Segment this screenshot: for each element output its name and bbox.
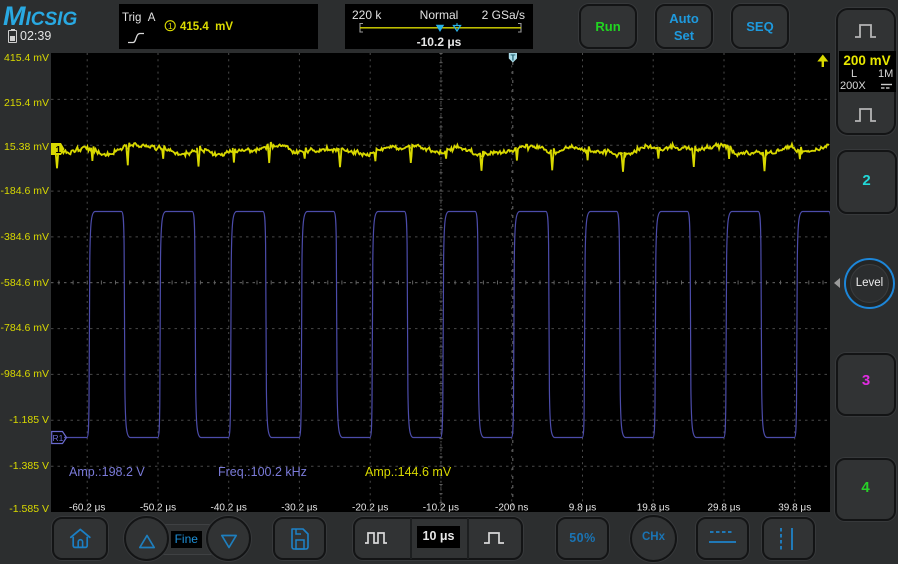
svg-text:9.8 μs: 9.8 μs — [569, 503, 596, 513]
svg-text:1: 1 — [56, 145, 62, 156]
svg-text:R1: R1 — [53, 433, 64, 443]
svg-text:-60.2 μs: -60.2 μs — [69, 503, 105, 513]
svg-text:29.8 μs: 29.8 μs — [707, 503, 740, 513]
svg-text:Amp.:144.6 mV: Amp.:144.6 mV — [365, 465, 452, 479]
svg-text:39.8 μs: 39.8 μs — [778, 503, 811, 513]
svg-text:Amp.:198.2 V: Amp.:198.2 V — [69, 465, 145, 479]
svg-text:1: 1 — [168, 21, 173, 31]
svg-text:-50.2 μs: -50.2 μs — [140, 503, 176, 513]
svg-text:-30.2 μs: -30.2 μs — [281, 503, 317, 513]
svg-text:415.4 mV: 415.4 mV — [180, 21, 233, 33]
svg-text:19.8 μs: 19.8 μs — [637, 503, 670, 513]
svg-text:Freq.:100.2 kHz: Freq.:100.2 kHz — [218, 465, 307, 479]
svg-text:T: T — [510, 54, 515, 63]
svg-text:-200 ns: -200 ns — [495, 503, 528, 513]
svg-text:-10.2 μs: -10.2 μs — [423, 503, 459, 513]
svg-text:-20.2 μs: -20.2 μs — [352, 503, 388, 513]
svg-text:-40.2 μs: -40.2 μs — [211, 503, 247, 513]
